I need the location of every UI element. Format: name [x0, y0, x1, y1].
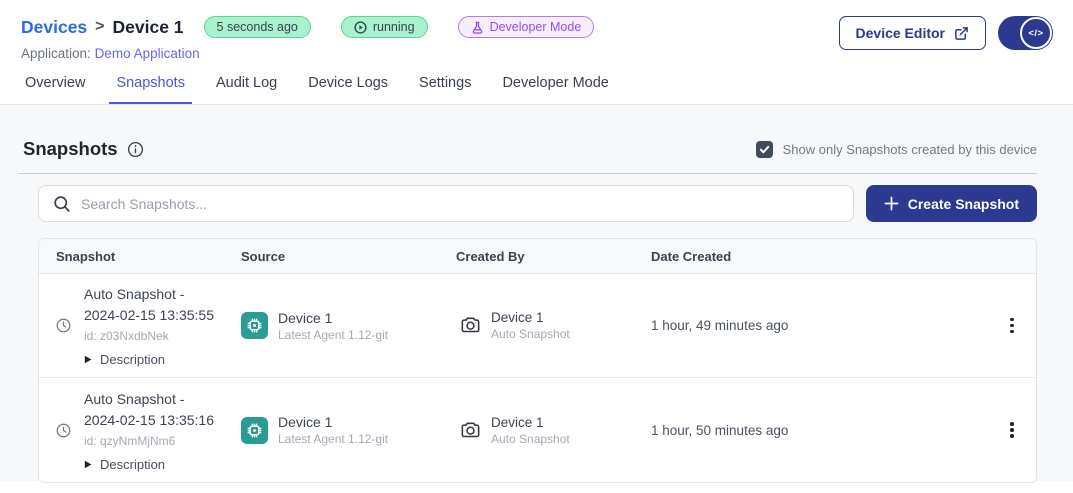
chip-icon [241, 312, 268, 339]
table-row: Auto Snapshot - 2024-02-15 13:35:55 id: … [39, 274, 1036, 378]
running-status-badge: running [341, 16, 428, 38]
external-link-icon [954, 26, 969, 41]
status-badges: 5 seconds ago running Developer Mode [204, 16, 595, 38]
column-header-source: Source [241, 249, 456, 264]
snapshot-title-line2: 2024-02-15 13:35:55 [84, 305, 214, 326]
filter-checkbox-label: Show only Snapshots created by this devi… [783, 142, 1037, 157]
breadcrumb-current-device: Device 1 [113, 17, 184, 38]
info-icon[interactable] [127, 141, 144, 158]
breadcrumb-separator: > [95, 18, 104, 36]
created-by-cell: Device 1 Auto Snapshot [456, 415, 651, 446]
description-toggle-label: Description [100, 457, 165, 472]
section-title: Snapshots [23, 138, 118, 160]
snapshots-panel: Snapshots Show only Snapshots created by… [0, 105, 1073, 481]
create-snapshot-button-label: Create Snapshot [908, 196, 1019, 212]
tab-device-logs[interactable]: Device Logs [308, 75, 388, 104]
column-header-snapshot: Snapshot [39, 249, 241, 264]
description-toggle-label: Description [100, 352, 165, 367]
device-detail-page: Devices > Device 1 5 seconds ago running… [0, 0, 1073, 493]
column-header-date-created: Date Created [651, 249, 988, 264]
snapshot-title-line1: Auto Snapshot - [84, 389, 214, 410]
date-created-cell: 1 hour, 49 minutes ago [651, 318, 988, 333]
created-by-type: Auto Snapshot [491, 327, 570, 341]
tab-audit-log[interactable]: Audit Log [216, 75, 277, 104]
breadcrumb-devices-link[interactable]: Devices [21, 17, 87, 38]
code-icon: </> [1020, 17, 1052, 49]
snapshot-cell: Auto Snapshot - 2024-02-15 13:35:16 id: … [39, 389, 241, 472]
search-input[interactable] [81, 196, 839, 212]
source-agent-version: Latest Agent 1.12-git [278, 432, 388, 446]
tab-snapshots[interactable]: Snapshots [109, 75, 192, 104]
flask-icon [471, 21, 484, 34]
source-cell: Device 1 Latest Agent 1.12-git [241, 414, 456, 446]
triangle-right-icon [84, 355, 92, 364]
create-snapshot-button[interactable]: Create Snapshot [866, 185, 1037, 222]
source-device-name: Device 1 [278, 310, 388, 326]
tab-settings[interactable]: Settings [419, 75, 471, 104]
date-created-cell: 1 hour, 50 minutes ago [651, 423, 988, 438]
table-row: Auto Snapshot - 2024-02-15 13:35:16 id: … [39, 378, 1036, 482]
device-filter: Show only Snapshots created by this devi… [756, 141, 1037, 158]
search-box [38, 185, 854, 222]
camera-icon [459, 314, 482, 337]
snapshots-table: Snapshot Source Created By Date Created … [38, 238, 1037, 483]
last-seen-badge: 5 seconds ago [204, 16, 311, 38]
description-toggle[interactable]: Description [84, 352, 214, 367]
created-by-name: Device 1 [491, 415, 570, 430]
snapshot-title-line2: 2024-02-15 13:35:16 [84, 410, 214, 431]
developer-mode-badge: Developer Mode [458, 16, 595, 38]
chip-icon [241, 417, 268, 444]
last-seen-badge-label: 5 seconds ago [217, 20, 298, 34]
search-row: Create Snapshot [38, 185, 1037, 222]
row-actions-menu-icon[interactable] [988, 312, 1036, 340]
developer-mode-badge-label: Developer Mode [490, 20, 582, 34]
check-icon [759, 144, 770, 155]
created-by-type: Auto Snapshot [491, 432, 570, 446]
tab-bar: Overview Snapshots Audit Log Device Logs… [0, 61, 1073, 105]
device-editor-button[interactable]: Device Editor [839, 16, 986, 50]
source-cell: Device 1 Latest Agent 1.12-git [241, 310, 456, 342]
created-by-name: Device 1 [491, 310, 570, 325]
source-agent-version: Latest Agent 1.12-git [278, 328, 388, 342]
section-header: Snapshots Show only Snapshots created by… [18, 105, 1037, 160]
snapshot-id: id: z03NxdbNek [84, 329, 214, 343]
tab-developer-mode[interactable]: Developer Mode [502, 75, 608, 104]
search-icon [53, 195, 71, 213]
column-header-created-by: Created By [456, 249, 651, 264]
clock-icon [56, 423, 71, 438]
tab-overview[interactable]: Overview [25, 75, 85, 104]
application-link[interactable]: Demo Application [95, 46, 200, 61]
clock-icon [56, 318, 71, 333]
snapshot-title-line1: Auto Snapshot - [84, 284, 214, 305]
triangle-right-icon [84, 460, 92, 469]
source-device-name: Device 1 [278, 414, 388, 430]
row-actions-menu-icon[interactable] [988, 416, 1036, 444]
running-badge-label: running [373, 20, 415, 34]
camera-icon [459, 419, 482, 442]
snapshot-id: id: qzyNmMjNm6 [84, 434, 214, 448]
description-toggle[interactable]: Description [84, 457, 214, 472]
plus-icon [884, 196, 899, 211]
snapshot-cell: Auto Snapshot - 2024-02-15 13:35:55 id: … [39, 284, 241, 367]
application-label: Application: [21, 46, 91, 61]
header-actions: Device Editor </> [839, 16, 1053, 50]
table-header-row: Snapshot Source Created By Date Created [39, 239, 1036, 274]
section-divider [18, 173, 1037, 174]
show-only-device-checkbox[interactable] [756, 141, 773, 158]
created-by-cell: Device 1 Auto Snapshot [456, 310, 651, 341]
developer-mode-toggle[interactable]: </> [998, 16, 1053, 50]
device-editor-button-label: Device Editor [856, 25, 945, 41]
play-circle-icon [354, 21, 367, 34]
